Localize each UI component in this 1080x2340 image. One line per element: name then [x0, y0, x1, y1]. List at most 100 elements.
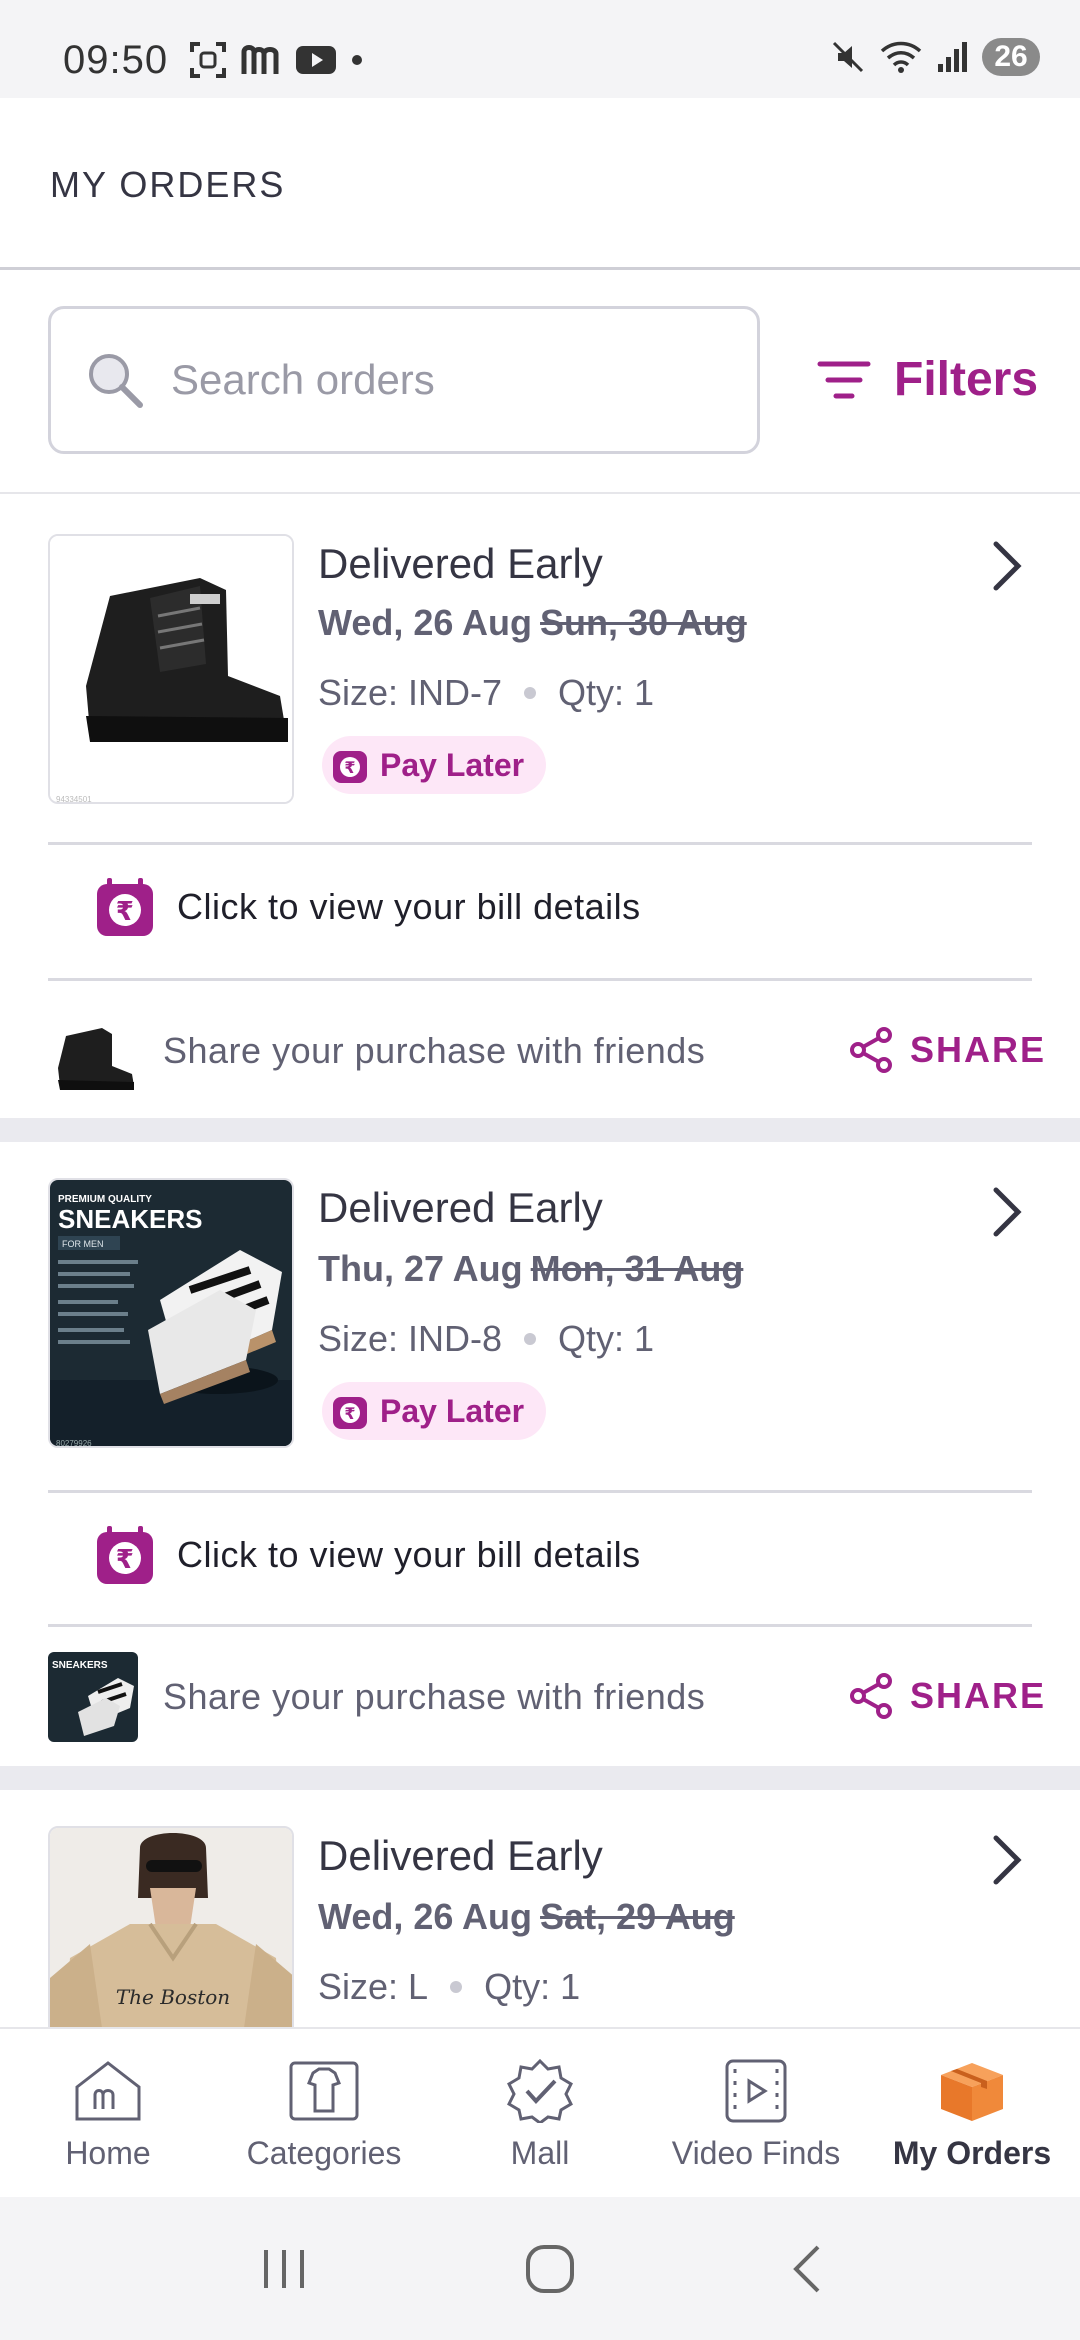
search-icon: [89, 354, 143, 408]
boot-mini-image: [48, 1014, 138, 1104]
battery-indicator: 26: [982, 38, 1040, 76]
delivery-date-line: Wed, 26 Aug Sat, 29 Aug: [318, 1896, 735, 1938]
order-card[interactable]: 94334501 Delivered Early Wed, 26 Aug Sun,…: [0, 496, 1080, 1118]
delivery-date-line: Thu, 27 Aug Mon, 31 Aug: [318, 1248, 743, 1290]
youtube-icon: [296, 46, 336, 74]
mute-icon: [832, 41, 864, 73]
bottom-nav: Home Categories Mall Video Finds My Orde…: [0, 2027, 1080, 2197]
divider: [48, 1624, 1032, 1627]
thumb-for: FOR MEN: [62, 1239, 104, 1249]
back-button-icon[interactable]: [786, 2241, 826, 2297]
nav-label: Home: [65, 2135, 151, 2171]
pay-later-label: Pay Later: [380, 746, 525, 783]
order-status: Delivered Early: [318, 1184, 603, 1231]
sneakers-image: PREMIUM QUALITY SNEAKERS FOR MEN 8027992…: [50, 1180, 292, 1448]
chevron-right-icon[interactable]: [990, 1834, 1024, 1886]
product-thumbnail-tshirt[interactable]: The Boston: [48, 1826, 294, 2027]
thumb-code: 94334501: [56, 795, 92, 804]
product-thumbnail-sneakers[interactable]: PREMIUM QUALITY SNEAKERS FOR MEN 8027992…: [48, 1178, 294, 1448]
filters-label: Filters: [894, 353, 1039, 406]
bill-details-link[interactable]: ₹ Click to view your bill details: [95, 1524, 641, 1586]
nav-label: Categories: [246, 2135, 402, 2171]
chevron-right-icon[interactable]: [990, 540, 1024, 592]
size-qty-line: Size: IND-7 Qty: 1: [318, 672, 654, 714]
bill-details-label: Click to view your bill details: [177, 886, 641, 927]
share-thumbnail: SNEAKERS: [48, 1652, 138, 1742]
mini-thumb-title: SNEAKERS: [52, 1660, 108, 1671]
divider: [48, 978, 1032, 981]
app-header: MY ORDERS: [0, 98, 1080, 270]
screenshot-icon: [190, 42, 226, 78]
expected-date: Sat, 29 Aug: [540, 1896, 735, 1937]
bill-details-link[interactable]: ₹ Click to view your bill details: [95, 876, 641, 938]
categories-icon: [289, 2061, 359, 2121]
order-status: Delivered Early: [318, 540, 603, 587]
order-separator: [0, 1766, 1080, 1790]
divider: [48, 842, 1032, 845]
nav-item-video-finds[interactable]: Video Finds: [648, 2029, 864, 2197]
size-label: Size: IND-8: [318, 1318, 503, 1359]
expected-date: Mon, 31 Aug: [530, 1248, 744, 1289]
size-label: Size: IND-7: [318, 672, 503, 713]
order-separator: [0, 1118, 1080, 1142]
meesho-m-icon: [241, 45, 279, 74]
share-thumbnail: [48, 1014, 138, 1104]
thumb-title: SNEAKERS: [58, 1204, 202, 1234]
size-qty-line: Size: IND-8 Qty: 1: [318, 1318, 654, 1360]
notification-dot-icon: [352, 55, 362, 65]
share-purchase-text: Share your purchase with friends: [163, 1030, 706, 1071]
home-button-icon[interactable]: [522, 2241, 578, 2297]
separator-dot: [524, 1333, 537, 1345]
orders-box-icon: [941, 2063, 1003, 2121]
recent-apps-icon[interactable]: [254, 2244, 314, 2294]
delivery-date-line: Wed, 26 Aug Sun, 30 Aug: [318, 602, 747, 644]
share-button[interactable]: SHARE: [848, 1672, 1046, 1720]
share-purchase-text: Share your purchase with friends: [163, 1676, 706, 1717]
separator-dot: [450, 1981, 463, 1993]
nav-item-categories[interactable]: Categories: [216, 2029, 432, 2197]
size-label: Size: L: [318, 1966, 429, 2007]
qty-label: Qty: 1: [558, 672, 655, 713]
svg-text:₹: ₹: [344, 1404, 355, 1423]
share-icon: [850, 1673, 892, 1719]
share-button[interactable]: SHARE: [848, 1026, 1046, 1074]
bill-rupee-icon: ₹: [97, 1526, 153, 1584]
svg-text:₹: ₹: [344, 758, 355, 777]
nav-label: Mall: [510, 2135, 570, 2171]
system-nav-bar: [0, 2197, 1080, 2340]
product-thumbnail-boot[interactable]: 94334501: [48, 534, 294, 804]
nav-item-my-orders[interactable]: My Orders: [864, 2029, 1080, 2197]
search-input[interactable]: [171, 356, 731, 404]
nav-item-mall[interactable]: Mall: [432, 2029, 648, 2197]
nav-item-home[interactable]: Home: [0, 2029, 216, 2197]
status-right-icons: 26: [830, 38, 1040, 76]
divider: [48, 1490, 1032, 1493]
share-label: SHARE: [910, 1029, 1047, 1070]
signal-icon: [938, 42, 967, 72]
expected-date: Sun, 30 Aug: [540, 602, 747, 643]
bill-details-label: Click to view your bill details: [177, 1534, 641, 1575]
delivery-date: Wed, 26 Aug: [318, 602, 533, 643]
nav-label: Video Finds: [671, 2135, 841, 2171]
tshirt-print: The Boston: [116, 1985, 230, 2009]
share-label: SHARE: [910, 1675, 1047, 1716]
search-box[interactable]: [48, 306, 760, 454]
status-time: 09:50: [63, 38, 169, 82]
mall-icon: [507, 2059, 573, 2123]
thumb-code: 80279926: [56, 1439, 92, 1448]
rupee-calendar-icon: ₹: [333, 751, 367, 783]
order-card[interactable]: The Boston Delivered Early Wed, 26 Aug Sa…: [0, 1790, 1080, 2027]
search-row: Filters: [0, 272, 1080, 494]
filters-button[interactable]: Filters: [816, 352, 1038, 407]
status-left-icons: [188, 40, 364, 80]
wifi-icon: [880, 41, 922, 73]
svg-text:₹: ₹: [116, 1545, 135, 1575]
share-icon: [850, 1027, 892, 1073]
size-qty-line: Size: L Qty: 1: [318, 1966, 580, 2008]
delivery-date: Wed, 26 Aug: [318, 1896, 533, 1937]
chevron-right-icon[interactable]: [990, 1186, 1024, 1238]
status-bar: 09:50 26: [0, 0, 1080, 98]
qty-label: Qty: 1: [484, 1966, 581, 2007]
boot-image: 94334501: [50, 536, 292, 804]
order-card[interactable]: PREMIUM QUALITY SNEAKERS FOR MEN 8027992…: [0, 1142, 1080, 1766]
